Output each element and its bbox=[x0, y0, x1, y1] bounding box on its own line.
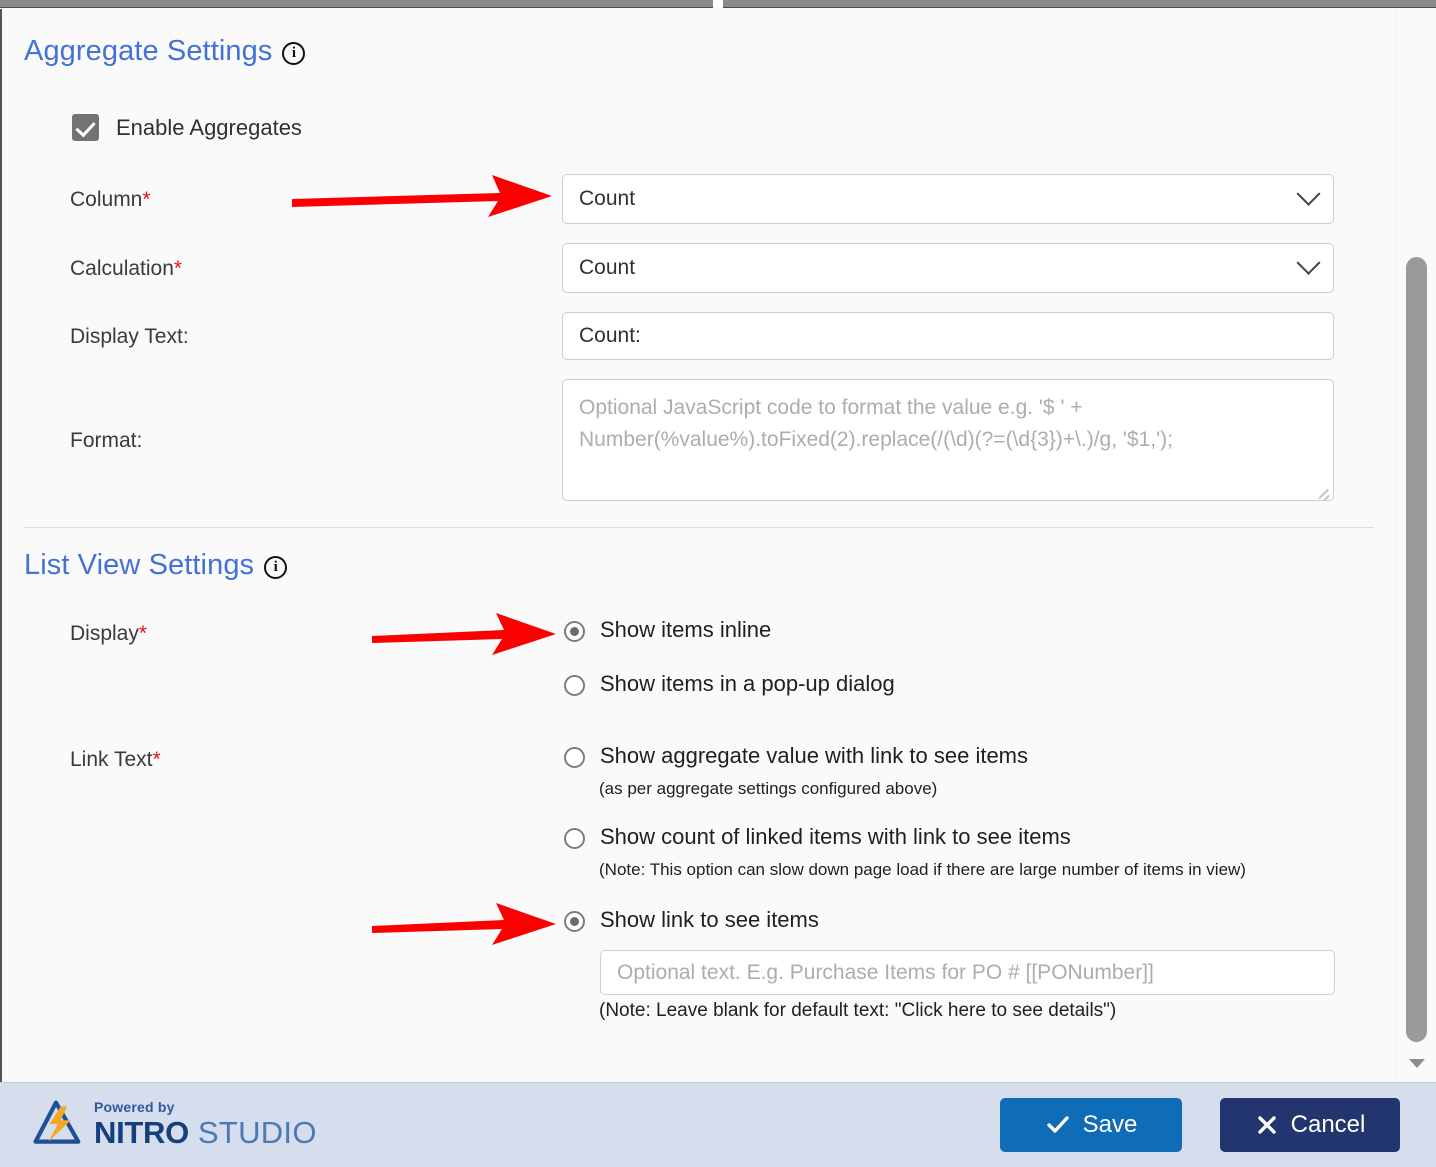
annotation-arrow-column bbox=[292, 175, 552, 217]
radio-show-items-popup-control[interactable] bbox=[564, 675, 585, 696]
brand-name: NITRO STUDIO bbox=[94, 1117, 317, 1148]
radio-show-items-inline-control[interactable] bbox=[564, 621, 585, 642]
top-strip-notch bbox=[713, 0, 723, 8]
calculation-select[interactable]: Count bbox=[562, 243, 1334, 293]
aggregate-settings-dialog: Aggregate Settings i Enable Aggregates C… bbox=[0, 0, 1436, 1167]
check-icon bbox=[1046, 1116, 1069, 1133]
annotation-arrow-show-link bbox=[372, 903, 556, 945]
window-top-strip bbox=[0, 0, 1436, 8]
scroll-down-arrow-icon[interactable] bbox=[1409, 1059, 1425, 1068]
dialog-footer: Powered by NITRO STUDIO Save Cancel bbox=[0, 1082, 1436, 1167]
radio-show-count-linked-label: Show count of linked items with link to … bbox=[600, 824, 1071, 849]
annotation-arrow-display bbox=[372, 613, 556, 655]
chevron-down-icon bbox=[1296, 181, 1321, 206]
close-icon bbox=[1257, 1116, 1276, 1134]
radio-show-items-popup[interactable]: Show items in a pop-up dialog bbox=[564, 671, 895, 697]
link-text-note: (Note: Leave blank for default text: "Cl… bbox=[599, 1000, 1117, 1021]
radio-show-aggregate-value-label: Show aggregate value with link to see it… bbox=[600, 743, 1029, 768]
powered-by-label: Powered by bbox=[94, 1099, 175, 1115]
save-button-label: Save bbox=[1082, 1111, 1138, 1138]
display-text-value: Count: bbox=[579, 324, 641, 347]
calculation-label: Calculation* bbox=[70, 257, 183, 280]
list-view-settings-header: List View Settings i bbox=[24, 549, 288, 582]
info-icon[interactable]: i bbox=[282, 41, 306, 65]
section-divider bbox=[24, 527, 1374, 528]
list-view-title: List View Settings bbox=[24, 549, 255, 581]
radio-show-count-linked[interactable]: Show count of linked items with link to … bbox=[564, 824, 1071, 850]
radio-show-aggregate-value-control[interactable] bbox=[564, 747, 585, 768]
resize-handle-icon[interactable] bbox=[1316, 484, 1330, 498]
format-placeholder: Optional JavaScript code to format the v… bbox=[579, 396, 1173, 451]
radio-show-count-linked-control[interactable] bbox=[564, 828, 585, 849]
info-icon[interactable]: i bbox=[264, 555, 288, 579]
vertical-scrollbar[interactable] bbox=[1396, 9, 1436, 1082]
brand-nitro: NITRO bbox=[94, 1115, 189, 1150]
radio-show-link-label: Show link to see items bbox=[600, 907, 819, 932]
display-label: Display* bbox=[70, 622, 148, 645]
enable-aggregates-row[interactable]: Enable Aggregates bbox=[72, 114, 302, 141]
radio-show-items-inline-label: Show items inline bbox=[600, 617, 772, 642]
brand-studio: STUDIO bbox=[188, 1115, 317, 1150]
column-label: Column* bbox=[70, 188, 151, 211]
chevron-down-icon bbox=[1296, 250, 1321, 275]
radio-show-link[interactable]: Show link to see items bbox=[564, 907, 819, 933]
radio-show-aggregate-value[interactable]: Show aggregate value with link to see it… bbox=[564, 743, 1028, 769]
format-label: Format: bbox=[70, 429, 143, 452]
column-select[interactable]: Count bbox=[562, 174, 1334, 224]
radio-show-items-inline[interactable]: Show items inline bbox=[564, 617, 771, 643]
page-title: Aggregate Settings bbox=[24, 35, 273, 67]
save-button[interactable]: Save bbox=[1000, 1098, 1182, 1152]
radio-show-items-popup-label: Show items in a pop-up dialog bbox=[600, 671, 895, 696]
link-text-input[interactable]: Optional text. E.g. Purchase Items for P… bbox=[600, 950, 1335, 995]
calculation-select-value: Count bbox=[579, 256, 636, 279]
cancel-button-label: Cancel bbox=[1290, 1111, 1366, 1138]
cancel-button[interactable]: Cancel bbox=[1220, 1098, 1400, 1152]
column-select-value: Count bbox=[579, 187, 636, 210]
scrollbar-thumb[interactable] bbox=[1406, 257, 1427, 1042]
aggregate-settings-header: Aggregate Settings i bbox=[24, 35, 306, 68]
enable-aggregates-label: Enable Aggregates bbox=[116, 114, 302, 140]
format-textarea[interactable]: Optional JavaScript code to format the v… bbox=[562, 379, 1334, 501]
settings-scroll-panel: Aggregate Settings i Enable Aggregates C… bbox=[2, 9, 1396, 1082]
display-text-label: Display Text: bbox=[70, 325, 189, 348]
link-text-label: Link Text* bbox=[70, 748, 161, 771]
nitro-logo-text: Powered by NITRO STUDIO bbox=[94, 1100, 317, 1148]
radio-show-link-control[interactable] bbox=[564, 911, 585, 932]
count-linked-note: (Note: This option can slow down page lo… bbox=[599, 860, 1246, 879]
aggregate-value-note: (as per aggregate settings configured ab… bbox=[599, 779, 938, 798]
enable-aggregates-checkbox[interactable] bbox=[72, 114, 99, 141]
nitro-studio-logo: Powered by NITRO STUDIO bbox=[30, 1098, 317, 1150]
display-text-input[interactable]: Count: bbox=[562, 312, 1334, 360]
nitro-logo-icon bbox=[33, 1100, 81, 1144]
link-text-placeholder: Optional text. E.g. Purchase Items for P… bbox=[617, 960, 1154, 984]
